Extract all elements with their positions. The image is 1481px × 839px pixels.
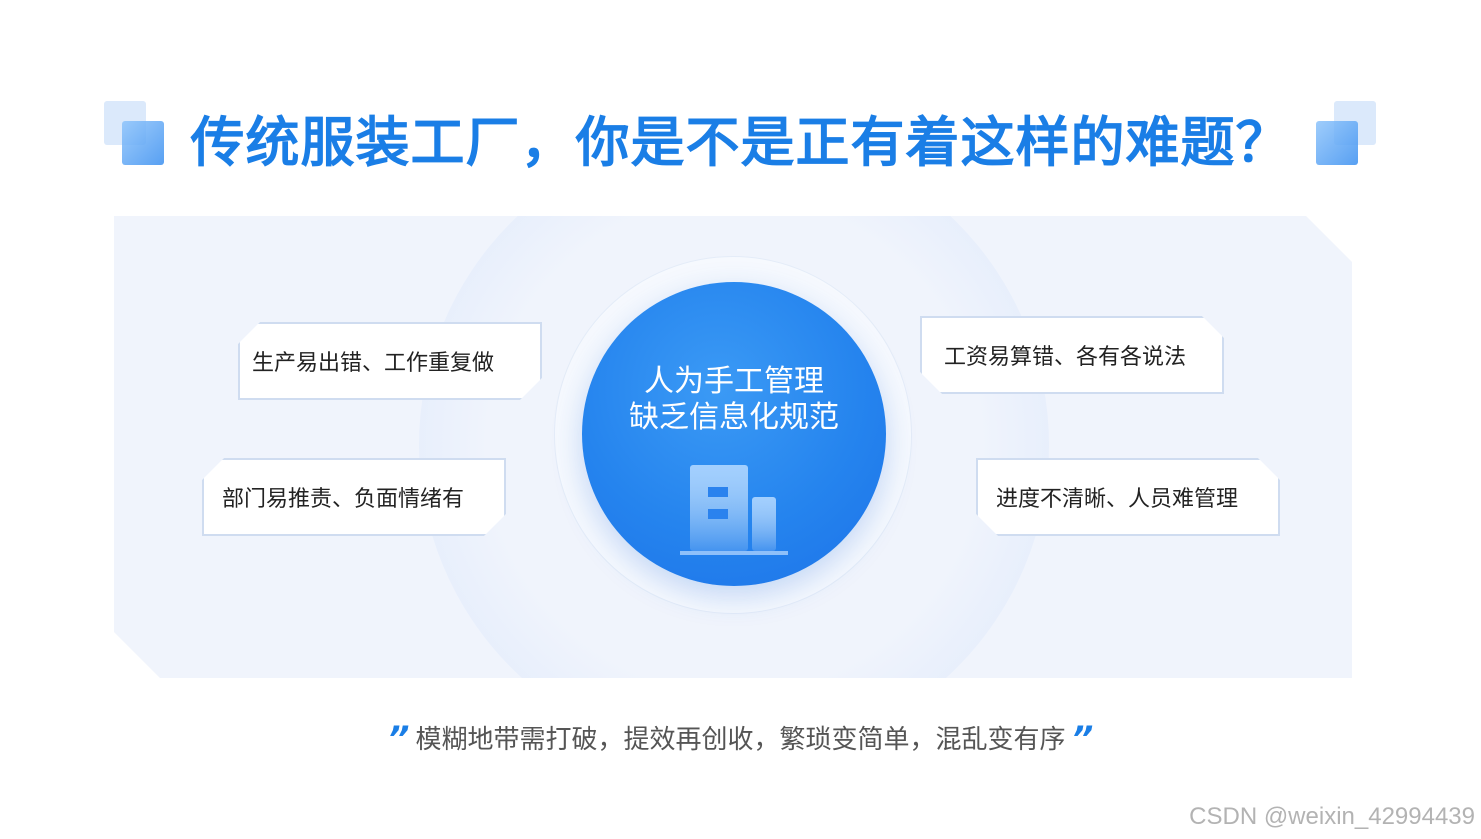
- quote-open-icon: ”: [387, 719, 410, 759]
- issue-text: 生产易出错、工作重复做: [252, 351, 495, 376]
- watermark: CSDN @weixin_42994439: [1189, 803, 1475, 830]
- issue-card-right-bottom: 进度不清晰、人员难管理: [976, 458, 1280, 536]
- slogan: ” 模糊地带需打破，提效再创收，繁琐变简单，混乱变有序”: [0, 716, 1481, 763]
- issue-card-left-bottom: 部门易推责、负面情绪有: [202, 458, 506, 536]
- issue-text: 工资易算错、各有各说法: [944, 345, 1187, 370]
- center-line-1: 人为手工管理: [644, 364, 824, 399]
- slogan-text: 模糊地带需打破，提效再创收，繁琐变简单，混乱变有序: [415, 725, 1066, 755]
- center-line-2: 缺乏信息化规范: [629, 400, 839, 435]
- building-icon: [680, 465, 788, 555]
- issue-text: 进度不清晰、人员难管理: [996, 487, 1239, 512]
- page-title: 传统服装工厂，你是不是正有着这样的难题？: [190, 111, 1291, 174]
- quote-close-icon: ”: [1071, 719, 1094, 759]
- issue-card-right-top: 工资易算错、各有各说法: [920, 316, 1224, 394]
- center-caption: 人为手工管理 缺乏信息化规范: [582, 364, 886, 436]
- issue-card-left-top: 生产易出错、工作重复做: [238, 322, 542, 400]
- issue-text: 部门易推责、负面情绪有: [222, 487, 465, 512]
